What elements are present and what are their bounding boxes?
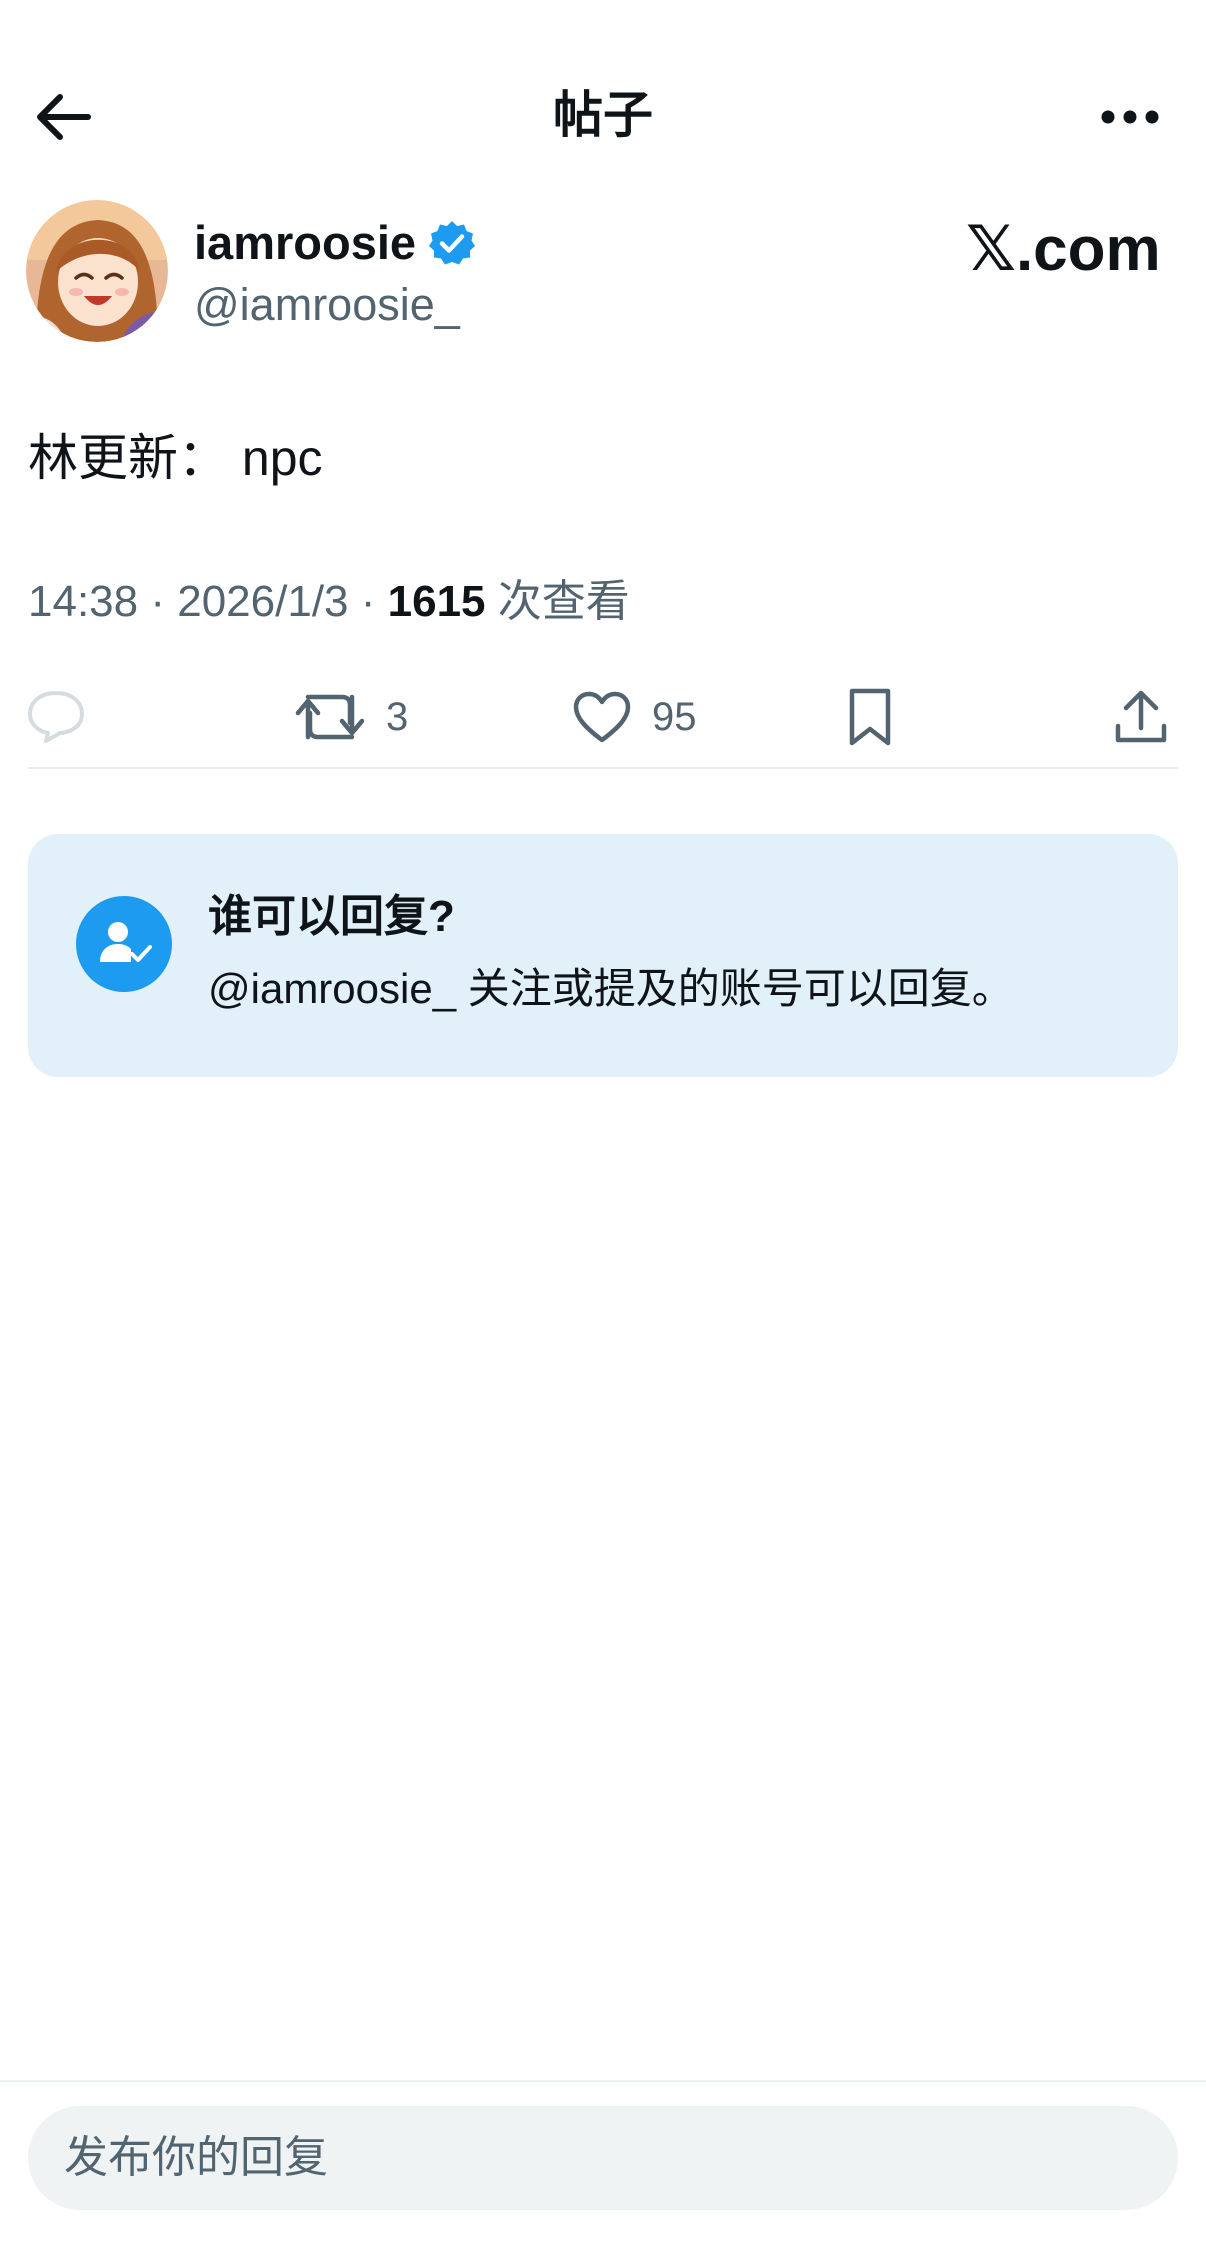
divider <box>0 2080 1206 2082</box>
bookmark-icon <box>849 688 891 746</box>
post-text: 林更新： npc <box>28 430 323 486</box>
user-check-icon <box>76 896 172 992</box>
like-count: 95 <box>652 694 697 739</box>
meta-separator: · <box>150 577 165 626</box>
reply-restriction-card <box>28 834 1178 1077</box>
reply-icon <box>28 691 84 743</box>
post-meta: 14:38 · 2026/1/3 · 1615 次查看 <box>28 572 630 632</box>
watermark: 𝕏.com <box>966 215 1161 284</box>
verified-badge-icon <box>428 219 476 267</box>
avatar[interactable] <box>26 200 168 342</box>
like-button[interactable]: 95 <box>572 682 697 752</box>
share-button[interactable] <box>1114 682 1168 752</box>
author-handle[interactable]: @iamroosie_ <box>194 277 460 333</box>
retweet-count: 3 <box>386 694 409 739</box>
divider <box>28 767 1178 769</box>
heart-icon <box>573 691 631 743</box>
retweet-icon <box>295 694 365 740</box>
more-dots-icon <box>1101 110 1159 124</box>
bookmark-button[interactable] <box>846 682 894 752</box>
views-count[interactable]: 1615 <box>388 577 486 626</box>
reply-restriction-description: @iamroosie_ 关注或提及的账号可以回复。 <box>208 965 1014 1012</box>
retweet-button[interactable]: 3 <box>294 682 408 752</box>
meta-separator: · <box>360 577 376 626</box>
reply-button[interactable] <box>26 682 86 752</box>
reply-input[interactable] <box>28 2106 1178 2210</box>
post-date: 2026/1/3 <box>177 577 349 626</box>
reply-restriction-title: 谁可以回复? <box>208 892 455 941</box>
more-options-button[interactable] <box>1090 82 1170 152</box>
share-icon <box>1115 690 1167 743</box>
page-title: 帖子 <box>553 87 653 143</box>
author-display-name[interactable]: iamroosie <box>194 215 416 271</box>
views-label: 次查看 <box>497 577 630 626</box>
avatar-image <box>26 200 168 342</box>
post-time: 14:38 <box>28 577 139 626</box>
